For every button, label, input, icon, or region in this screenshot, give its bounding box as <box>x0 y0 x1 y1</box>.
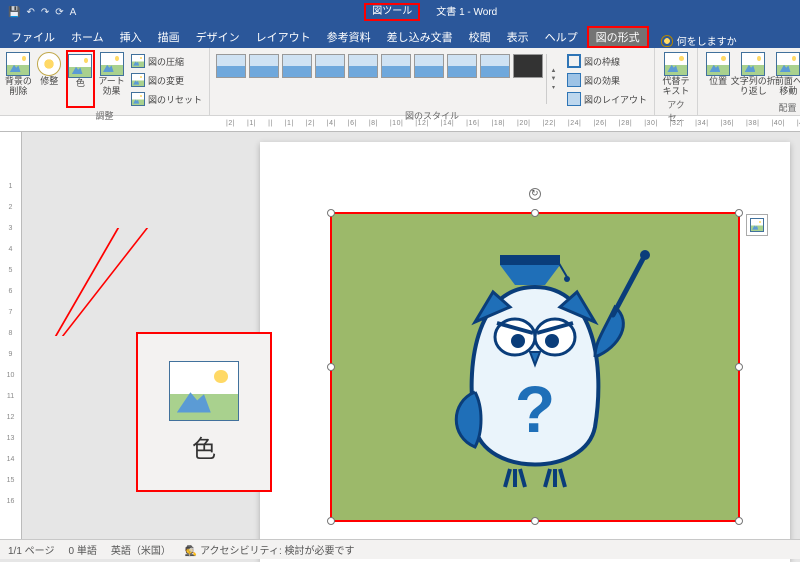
tab-review[interactable]: 校閲 <box>462 26 498 48</box>
alt-text-icon <box>664 52 688 76</box>
change-picture-button[interactable]: 図の変更 <box>128 71 205 89</box>
ribbon-tabs: ファイル ホーム 挿入 描画 デザイン レイアウト 参考資料 差し込み文書 校閲… <box>0 24 800 48</box>
color-button-callout: 色 <box>136 332 272 492</box>
picture-style-gallery[interactable]: ▲▼▾ <box>214 50 562 108</box>
resize-handle[interactable] <box>735 517 743 525</box>
color-icon-large <box>169 361 239 421</box>
group-adjust-label: 調整 <box>4 108 205 123</box>
change-icon <box>131 73 145 87</box>
tell-me-label: 何をしますか <box>677 33 737 48</box>
group-accessibility: 代替テ キスト アクセ... <box>655 48 698 115</box>
undo-icon[interactable]: ↶ <box>26 7 34 18</box>
tab-design[interactable]: デザイン <box>189 26 247 48</box>
compress-icon <box>131 54 145 68</box>
tab-insert[interactable]: 挿入 <box>113 26 149 48</box>
picture-layout-button[interactable]: 図のレイアウト <box>564 90 650 108</box>
remove-bg-icon <box>6 52 30 76</box>
picture-effects-button[interactable]: 図の効果 <box>564 71 650 89</box>
font-size-icon[interactable]: A <box>70 7 77 18</box>
lightbulb-icon <box>661 35 673 47</box>
style-thumb[interactable] <box>513 54 543 78</box>
quick-access-toolbar: 💾 ↶ ↷ ⟳ A <box>0 7 84 18</box>
tab-help[interactable]: ヘルプ <box>538 26 585 48</box>
style-thumb[interactable] <box>381 54 411 78</box>
wrap-icon <box>741 52 765 76</box>
document-title: 文書 1 - Word <box>436 3 497 21</box>
document-page[interactable]: ? <box>260 142 790 562</box>
tab-picture-format[interactable]: 図の形式 <box>587 26 649 48</box>
reset-icon <box>131 92 145 106</box>
style-thumb[interactable] <box>480 54 510 78</box>
resize-handle[interactable] <box>327 209 335 217</box>
resize-handle[interactable] <box>327 517 335 525</box>
tab-home[interactable]: ホーム <box>64 26 111 48</box>
tab-file[interactable]: ファイル <box>4 26 62 48</box>
callout-label: 色 <box>192 429 216 464</box>
corrections-button[interactable]: 修整 <box>35 50 64 108</box>
style-thumb[interactable] <box>447 54 477 78</box>
page-count[interactable]: 1/1 ページ <box>8 542 54 557</box>
pic-layout-icon <box>567 92 581 106</box>
color-icon <box>68 54 92 78</box>
status-bar: 1/1 ページ 0 単語 英語（米国） 挿入モード 🕵 アクセシビリティ: 検討… <box>0 539 800 559</box>
border-icon <box>567 54 581 68</box>
style-thumb[interactable] <box>414 54 444 78</box>
compress-pictures-button[interactable]: 図の圧縮 <box>128 52 205 70</box>
group-styles-label: 図のスタイル <box>214 108 650 123</box>
tab-references[interactable]: 参考資料 <box>320 26 378 48</box>
wrap-text-button[interactable]: 文字列の折 り返し <box>736 50 770 100</box>
owl-mascot-image: ? <box>415 237 655 497</box>
group-adjust: 背景の 削除 修整 色 アート効果 図の圧縮 図の変更 図のリセット 調整 <box>0 48 210 115</box>
redo-icon[interactable]: ↷ <box>41 7 49 18</box>
group-arrange: 位置 文字列の折 り返し 前面へ 移動 背面へ 移動 オブジ 選択 配置 <box>698 48 800 115</box>
style-thumb[interactable] <box>315 54 345 78</box>
svg-text:?: ? <box>515 372 555 446</box>
accessibility-status[interactable]: 🕵 アクセシビリティ: 検討が必要です <box>185 542 355 557</box>
refresh-icon[interactable]: ⟳ <box>55 7 63 18</box>
style-thumb[interactable] <box>249 54 279 78</box>
resize-handle[interactable] <box>735 363 743 371</box>
bring-forward-button[interactable]: 前面へ 移動 <box>772 50 800 100</box>
color-button[interactable]: 色 <box>66 50 95 108</box>
title-bar: 💾 ↶ ↷ ⟳ A 図ツール 文書 1 - Word <box>0 0 800 24</box>
save-icon[interactable]: 💾 <box>8 7 20 18</box>
tell-me-search[interactable]: 何をしますか <box>661 33 737 48</box>
style-thumb[interactable] <box>216 54 246 78</box>
contextual-tool-label: 図ツール <box>364 3 420 21</box>
tab-layout[interactable]: レイアウト <box>249 26 318 48</box>
tab-mailings[interactable]: 差し込み文書 <box>380 26 460 48</box>
tab-draw[interactable]: 描画 <box>151 26 187 48</box>
style-thumb[interactable] <box>348 54 378 78</box>
effects-icon <box>567 73 581 87</box>
document-workspace: 12345678910111213141516 <box>0 132 800 542</box>
resize-handle[interactable] <box>531 209 539 217</box>
group-arrange-label: 配置 <box>702 100 800 115</box>
vertical-ruler[interactable]: 12345678910111213141516 <box>0 132 22 542</box>
resize-handle[interactable] <box>531 517 539 525</box>
style-thumb[interactable] <box>282 54 312 78</box>
word-count[interactable]: 0 単語 <box>68 542 96 557</box>
selected-picture[interactable]: ? <box>330 212 740 522</box>
remove-background-button[interactable]: 背景の 削除 <box>4 50 33 108</box>
rotate-handle[interactable] <box>529 188 541 200</box>
position-button[interactable]: 位置 <box>702 50 734 100</box>
group-accessibility-label: アクセ... <box>659 97 693 125</box>
corrections-icon <box>37 52 61 76</box>
group-picture-styles: ▲▼▾ 図の枠線 図の効果 図のレイアウト 図のスタイル <box>210 48 655 115</box>
layout-options-button[interactable] <box>746 214 768 236</box>
language-indicator[interactable]: 英語（米国） <box>111 542 171 557</box>
gallery-expand-button[interactable]: ▲▼▾ <box>546 54 560 104</box>
tab-view[interactable]: 表示 <box>500 26 536 48</box>
artistic-icon <box>100 52 124 76</box>
resize-handle[interactable] <box>327 363 335 371</box>
artistic-effects-button[interactable]: アート効果 <box>97 50 126 108</box>
forward-icon <box>776 52 800 76</box>
position-icon <box>706 52 730 76</box>
layout-options-icon <box>750 218 764 232</box>
reset-picture-button[interactable]: 図のリセット <box>128 90 205 108</box>
ribbon: 背景の 削除 修整 色 アート効果 図の圧縮 図の変更 図のリセット 調整 <box>0 48 800 116</box>
picture-border-button[interactable]: 図の枠線 <box>564 52 650 70</box>
alt-text-button[interactable]: 代替テ キスト <box>659 50 693 97</box>
resize-handle[interactable] <box>735 209 743 217</box>
